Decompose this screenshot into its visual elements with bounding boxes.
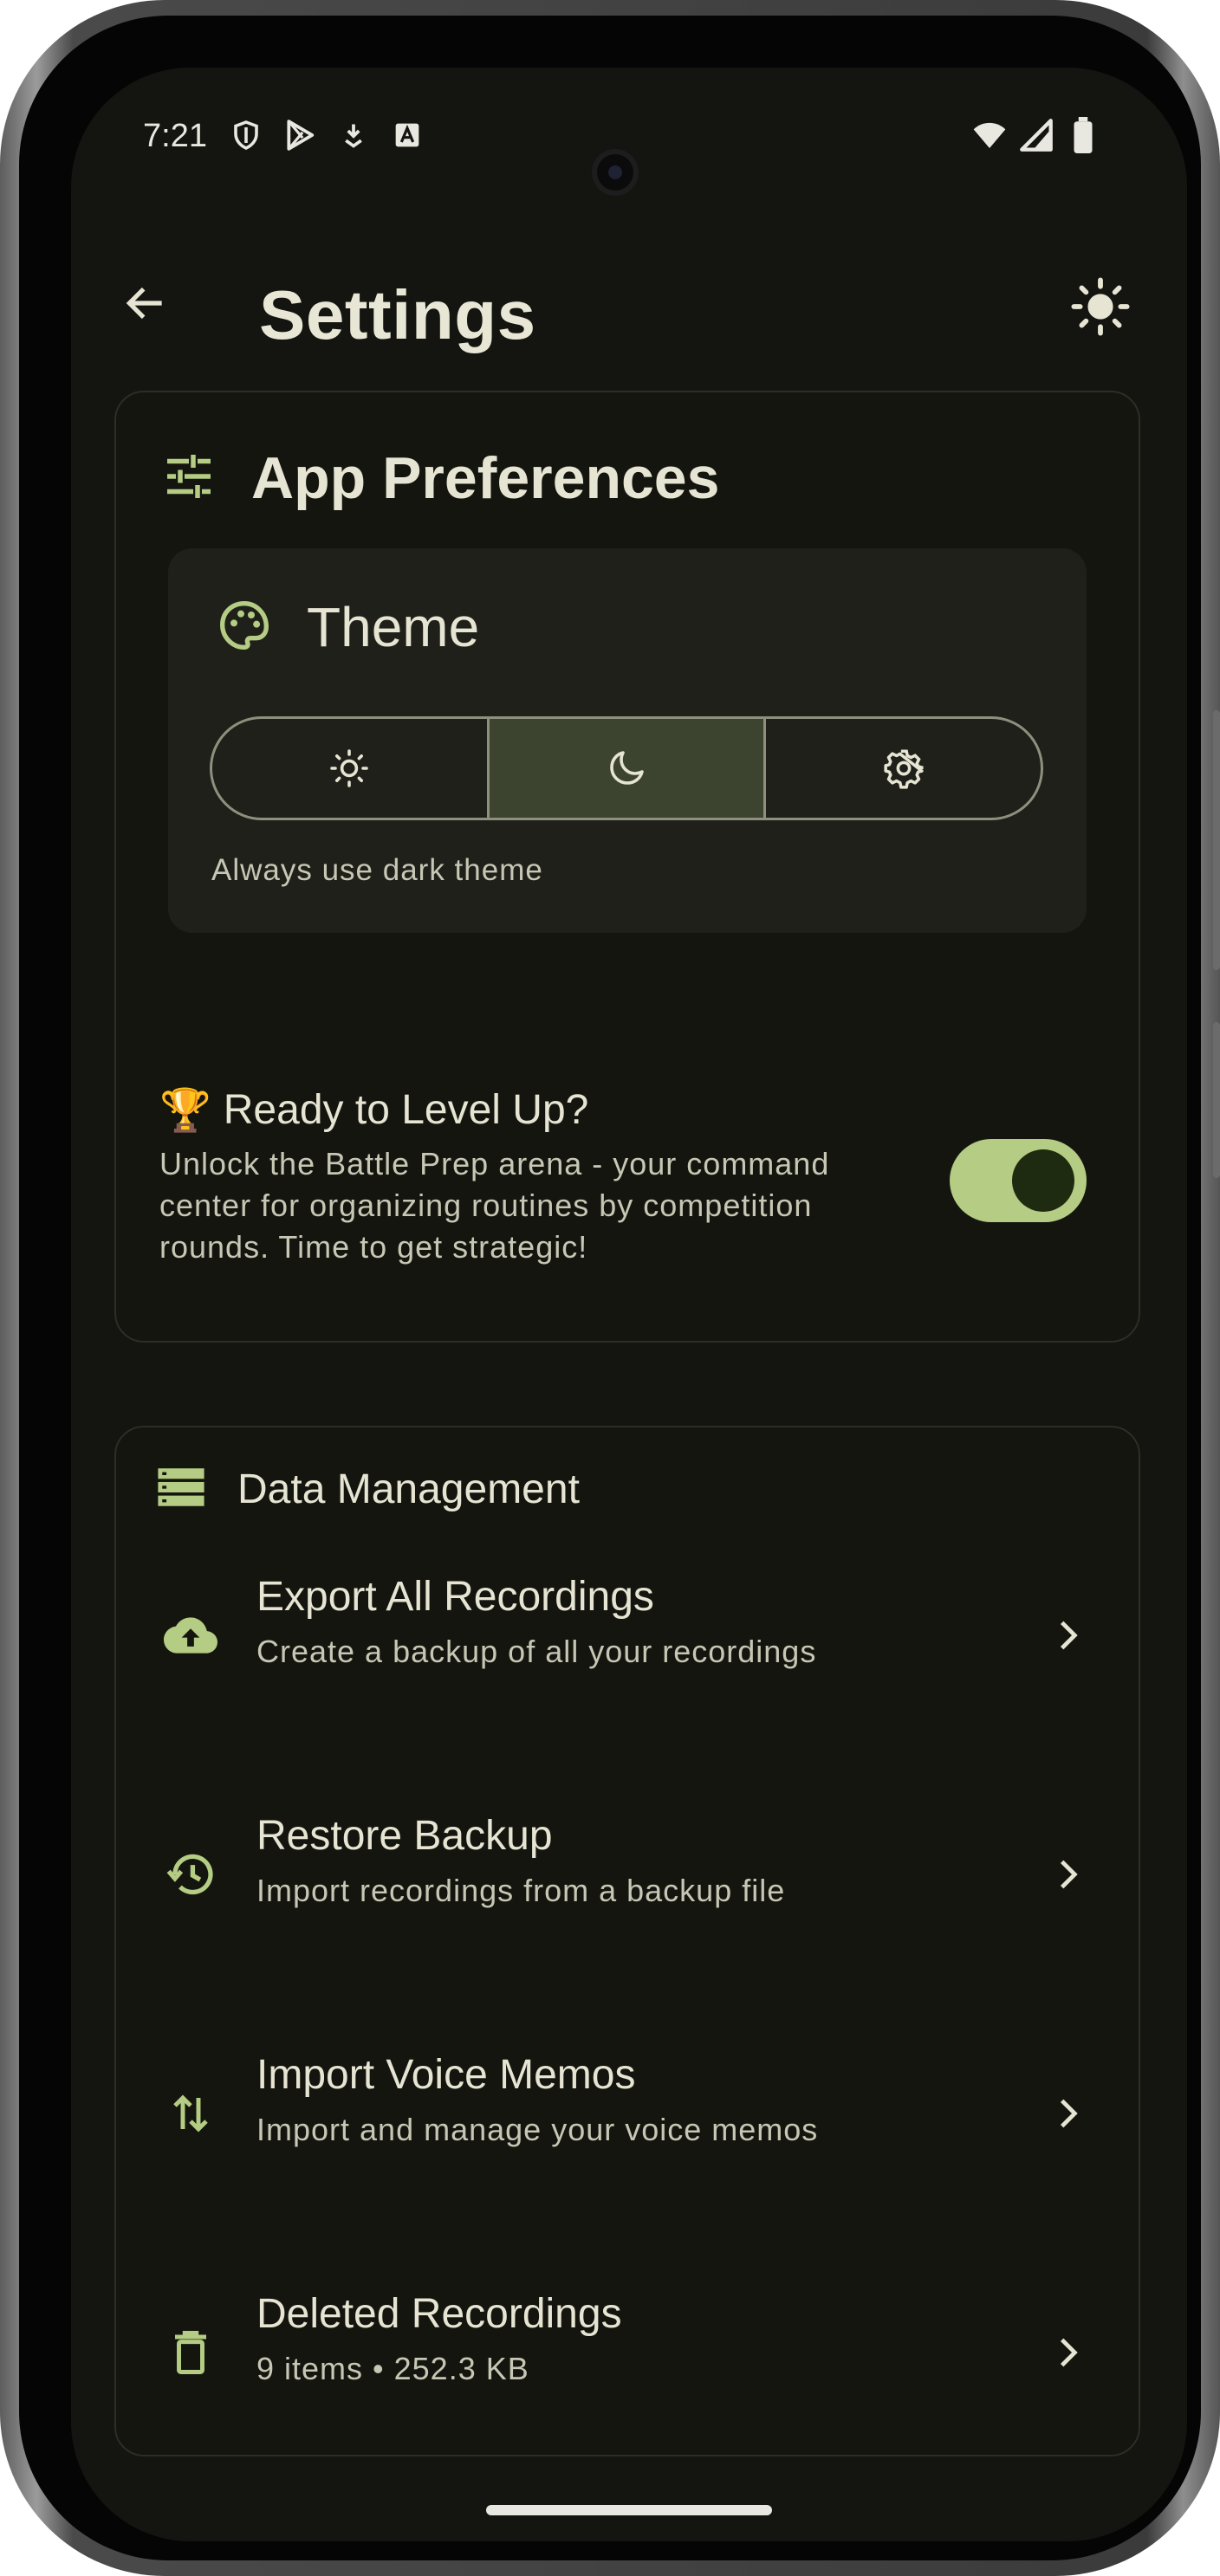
app-preferences-header: App Preferences (163, 444, 719, 512)
battle-prep-description: Unlock the Battle Prep arena - your comm… (159, 1146, 830, 1265)
battle-prep-title-row: 🏆 Ready to Level Up? (159, 1085, 905, 1135)
light-mode-icon (330, 749, 369, 787)
power-button (1213, 1022, 1220, 1178)
trash-icon (159, 2321, 222, 2384)
translate-icon (390, 118, 425, 152)
export-recordings-title: Export All Recordings (256, 1574, 654, 1620)
theme-section: Theme Always use dark theme (168, 548, 1087, 933)
export-recordings-row[interactable]: Export All Recordings Create a backup of… (116, 1549, 1139, 1722)
status-bar: 7:21 (71, 68, 1187, 206)
screen: 7:21 Settings App Preferences Theme Alwa… (71, 68, 1187, 2541)
signal-icon (1019, 118, 1054, 152)
import-arrows-icon (159, 2082, 222, 2145)
back-button[interactable] (114, 272, 177, 334)
battle-prep-title: Ready to Level Up? (223, 1087, 589, 1133)
data-management-card: Data Management Export All Recordings Cr… (114, 1426, 1140, 2456)
battle-prep-section: 🏆 Ready to Level Up? Unlock the Battle P… (159, 1085, 905, 1268)
import-voice-memos-row[interactable]: Import Voice Memos Import and manage you… (116, 2027, 1139, 2200)
theme-description: Always use dark theme (211, 853, 543, 887)
import-voice-memos-subtitle: Import and manage your voice memos (256, 2112, 819, 2147)
home-indicator[interactable] (486, 2505, 772, 2515)
chevron-right-icon (1047, 2331, 1090, 2374)
app-preferences-card: App Preferences Theme Always use dark th… (114, 391, 1140, 1343)
palette-icon (217, 598, 272, 657)
moon-icon (610, 751, 644, 785)
deleted-recordings-row[interactable]: Deleted Recordings 9 items • 252.3 KB (116, 2266, 1139, 2439)
system-icons (972, 117, 1100, 153)
theme-option-light[interactable] (212, 719, 487, 818)
theme-segmented-control (210, 716, 1043, 820)
restore-history-icon (159, 1843, 222, 1906)
play-store-icon (282, 118, 317, 152)
data-management-title: Data Management (237, 1466, 580, 1512)
battery-icon (1066, 117, 1100, 153)
restore-backup-subtitle: Import recordings from a backup file (256, 1873, 786, 1908)
notification-icons (229, 118, 425, 152)
chevron-right-icon (1047, 1614, 1090, 1657)
chevron-right-icon (1047, 2092, 1090, 2135)
theme-title: Theme (307, 596, 480, 658)
phone-frame: 7:21 Settings App Preferences Theme Alwa… (0, 0, 1220, 2576)
cloud-upload-icon (159, 1604, 222, 1667)
deleted-recordings-title: Deleted Recordings (256, 2291, 622, 2337)
theme-option-dark[interactable] (486, 719, 764, 818)
volume-button (1213, 710, 1220, 970)
import-voice-memos-title: Import Voice Memos (256, 2052, 636, 2098)
auto-settings-icon (884, 749, 924, 789)
chevron-right-icon (1047, 1853, 1090, 1896)
shield-icon (229, 118, 263, 152)
app-preferences-title: App Preferences (251, 445, 720, 511)
restore-backup-row[interactable]: Restore Backup Import recordings from a … (116, 1788, 1139, 1961)
export-recordings-subtitle: Create a backup of all your recordings (256, 1634, 817, 1669)
sun-icon (1071, 277, 1130, 336)
theme-toggle-button[interactable] (1066, 272, 1135, 341)
arrow-left-icon (126, 287, 162, 320)
battle-prep-toggle[interactable] (950, 1139, 1087, 1222)
restore-backup-title: Restore Backup (256, 1813, 553, 1859)
theme-header: Theme (217, 595, 479, 659)
toggle-knob (1012, 1149, 1074, 1212)
download-icon (336, 118, 371, 152)
page-title: Settings (259, 276, 536, 353)
theme-option-system[interactable] (763, 719, 1041, 818)
trophy-emoji: 🏆 (159, 1088, 211, 1134)
data-management-header: Data Management (156, 1466, 580, 1513)
storage-icon (156, 1466, 206, 1513)
front-camera (597, 154, 633, 191)
wifi-icon (972, 118, 1007, 152)
tune-icon (163, 450, 215, 507)
deleted-recordings-subtitle: 9 items • 252.3 KB (256, 2351, 529, 2386)
bezel: 7:21 Settings App Preferences Theme Alwa… (19, 16, 1201, 2560)
status-time: 7:21 (143, 118, 207, 154)
